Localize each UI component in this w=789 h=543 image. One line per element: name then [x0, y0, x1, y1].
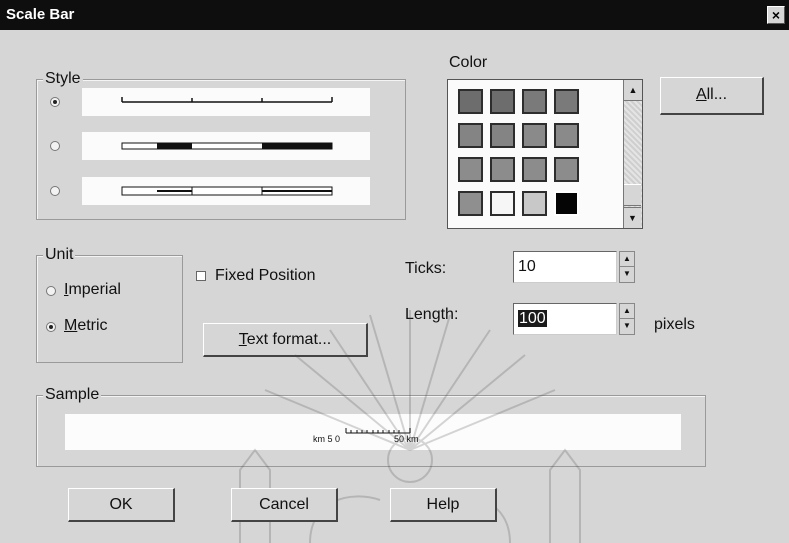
- length-stepper[interactable]: ▲ ▼: [619, 303, 635, 335]
- color-swatch[interactable]: [522, 89, 547, 114]
- color-swatch[interactable]: [522, 191, 547, 216]
- length-down-icon[interactable]: ▼: [620, 319, 634, 334]
- color-label: Color: [449, 54, 488, 71]
- help-button-label: Help: [426, 496, 460, 513]
- ok-button-label: OK: [109, 496, 133, 513]
- style-radio-hollow-alternating[interactable]: [50, 186, 60, 196]
- color-swatch[interactable]: [490, 157, 515, 182]
- color-swatch[interactable]: [554, 89, 579, 114]
- color-palette: ▲ ▼: [447, 79, 643, 229]
- help-button[interactable]: Help: [390, 488, 497, 522]
- sample-scalebar-icon: [345, 428, 411, 434]
- ticks-stepper[interactable]: ▲ ▼: [619, 251, 635, 283]
- color-swatch[interactable]: [458, 157, 483, 182]
- color-swatch[interactable]: [554, 123, 579, 148]
- window-title: Scale Bar: [6, 6, 75, 23]
- scroll-thumb[interactable]: [624, 184, 641, 206]
- text-format-button[interactable]: Text format...: [203, 323, 368, 357]
- unit-radio-imperial[interactable]: [46, 286, 56, 296]
- ok-button[interactable]: OK: [68, 488, 175, 522]
- close-icon: ×: [771, 7, 781, 23]
- color-swatch[interactable]: [458, 191, 483, 216]
- scroll-down-arrow-icon[interactable]: ▼: [624, 207, 641, 228]
- unit-label-metric[interactable]: Metric: [64, 317, 108, 335]
- all-colors-button[interactable]: All...: [660, 77, 764, 115]
- ticks-input[interactable]: 10: [513, 251, 617, 283]
- style-option-hollow-alternating[interactable]: [82, 177, 370, 205]
- text-format-label: ext format...: [246, 331, 332, 348]
- imperial-label-rest: mperial: [68, 281, 121, 298]
- length-unit-label: pixels: [654, 316, 695, 333]
- color-swatch[interactable]: [458, 89, 483, 114]
- unit-group: Unit: [36, 246, 183, 363]
- ticks-value: 10: [518, 258, 536, 275]
- metric-label-rest: etric: [77, 317, 108, 334]
- metric-mnemonic: M: [64, 317, 78, 334]
- ticks-up-icon[interactable]: ▲: [620, 252, 634, 267]
- color-swatch[interactable]: [490, 123, 515, 148]
- color-swatch[interactable]: [522, 157, 547, 182]
- all-colors-button-mnemonic: A: [695, 86, 707, 103]
- style-option-thin-line[interactable]: [82, 88, 370, 116]
- style-radio-thick-alternating[interactable]: [50, 141, 60, 151]
- close-button[interactable]: ×: [767, 6, 785, 24]
- color-swatch[interactable]: [554, 157, 579, 182]
- color-swatch[interactable]: [490, 89, 515, 114]
- sample-preview: km 5 0 50 km: [65, 414, 681, 450]
- color-swatch[interactable]: [490, 191, 515, 216]
- unit-label-imperial[interactable]: Imperial: [64, 281, 121, 299]
- hollow-alternating-scalebar-icon: [121, 186, 333, 196]
- palette-scrollbar[interactable]: ▲ ▼: [623, 80, 642, 228]
- color-swatch[interactable]: [554, 191, 579, 216]
- style-option-thick-alternating[interactable]: [82, 132, 370, 160]
- style-radio-thin-line[interactable]: [50, 97, 60, 107]
- cancel-button-label: Cancel: [259, 496, 309, 513]
- color-swatch[interactable]: [458, 123, 483, 148]
- sample-right-text: 50 km: [394, 434, 419, 444]
- fixed-position-checkbox[interactable]: [196, 271, 206, 281]
- thick-alternating-scalebar-icon: [121, 142, 333, 150]
- style-group-label: Style: [43, 70, 83, 88]
- scroll-up-arrow-icon[interactable]: ▲: [624, 80, 642, 101]
- thin-line-scalebar-icon: [121, 97, 333, 103]
- sample-left-text: km 5 0: [313, 434, 341, 444]
- all-colors-button-label: ll...: [706, 86, 728, 103]
- sample-group-label: Sample: [43, 386, 102, 404]
- cancel-button[interactable]: Cancel: [231, 488, 338, 522]
- length-input[interactable]: 100: [513, 303, 617, 335]
- unit-radio-metric[interactable]: [46, 322, 56, 332]
- text-format-mnemonic: T: [238, 331, 247, 348]
- fixed-position-label[interactable]: Fixed Position: [215, 267, 316, 285]
- length-label: Length:: [405, 306, 459, 323]
- ticks-down-icon[interactable]: ▼: [620, 267, 634, 282]
- length-up-icon[interactable]: ▲: [620, 304, 634, 319]
- color-swatch[interactable]: [522, 123, 547, 148]
- length-value: 100: [518, 310, 547, 327]
- unit-group-label: Unit: [43, 246, 76, 264]
- title-bar: Scale Bar ×: [0, 0, 789, 30]
- ticks-label: Ticks:: [405, 260, 447, 277]
